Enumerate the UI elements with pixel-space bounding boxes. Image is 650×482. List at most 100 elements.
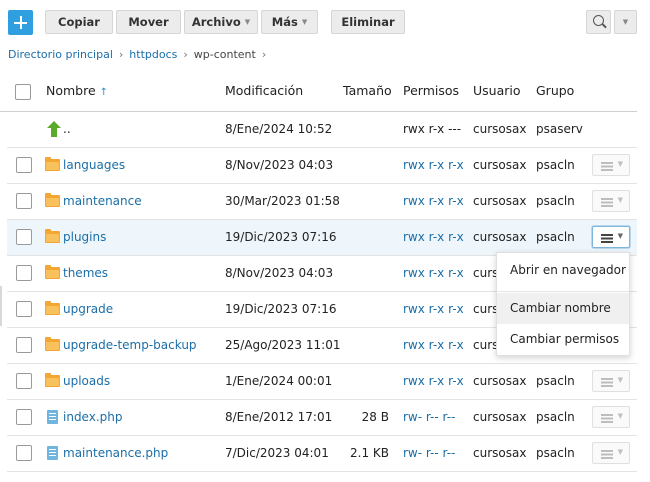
file-group: psacln [536,230,575,244]
table-row[interactable]: maintenance 30/Mar/2023 01:58 rwx r-x r-x c… [7,184,637,220]
file-name[interactable]: uploads [63,364,110,399]
column-header-user[interactable]: Usuario [473,83,521,98]
table-row[interactable]: languages 8/Nov/2023 04:03 rwx r-x r-x curs… [7,148,637,184]
column-header-name[interactable]: Nombre ↑ [46,83,108,98]
file-name[interactable]: plugins [63,220,106,255]
file-group: psacln [536,410,575,424]
file-user: cursosax [473,230,527,244]
menu-item-open-in-browser[interactable]: Abrir en navegador [497,255,629,286]
row-checkbox[interactable] [16,445,32,461]
folder-icon [45,337,60,351]
row-checkbox[interactable] [16,301,32,317]
permissions-link[interactable]: rwx r-x r-x [403,364,464,399]
chevron-down-icon: ▼ [622,18,629,26]
add-button[interactable] [8,10,33,35]
file-user: cursosax [473,122,527,136]
chevron-down-icon: ▼ [617,196,623,204]
file-size [337,112,389,147]
search-button[interactable] [586,10,611,34]
breadcrumb-httpdocs-link[interactable]: httpdocs [129,48,177,61]
file-size: 2.1 KB [350,446,389,460]
column-header-group[interactable]: Grupo [536,83,574,98]
table-row[interactable]: .. 8/Ene/2024 10:52 rwx r-x --- cursosax psa… [7,112,637,148]
table-row[interactable]: maintenance.php 7/Dic/2023 04:01 2.1 KB rw-… [7,436,637,472]
breadcrumb-home-link[interactable]: Directorio principal [8,48,113,61]
file-group: psacln [536,374,575,388]
row-checkbox[interactable] [16,337,32,353]
menu-icon [601,378,613,380]
file-size [337,292,389,327]
file-user: cursosax [473,158,527,172]
select-all-checkbox[interactable] [15,84,31,100]
folder-icon [45,373,60,387]
chevron-down-icon: ▼ [617,376,623,384]
file-name[interactable]: themes [63,256,108,291]
column-header-modified[interactable]: Modificación [225,83,303,98]
file-name[interactable]: languages [63,148,125,183]
breadcrumb: Directorio principal › httpdocs › wp-con… [8,46,266,62]
row-checkbox[interactable] [16,373,32,389]
file-icon [47,446,58,460]
file-group: psaserv [536,122,583,136]
row-checkbox[interactable] [16,193,32,209]
row-actions-button[interactable]: ▼ [592,154,630,176]
row-actions-button[interactable]: ▼ [592,406,630,428]
permissions-link[interactable]: rw- r-- r-- [403,400,455,435]
table-row[interactable]: plugins 19/Dic/2023 07:16 rwx r-x r-x curso… [7,220,637,256]
modified-date: 8/Ene/2024 10:52 [225,122,333,136]
table-header: Nombre ↑ Modificación Tamaño Permisos Us… [0,75,637,112]
file-name[interactable]: upgrade [63,292,113,327]
file-icon [47,410,58,424]
permissions-link[interactable]: rwx r-x r-x [403,220,464,255]
row-checkbox[interactable] [16,265,32,281]
delete-button[interactable]: Eliminar [331,10,405,34]
move-button[interactable]: Mover [116,10,181,34]
folder-icon [45,265,60,279]
file-name[interactable]: upgrade-temp-backup [63,328,197,363]
more-menu-button[interactable]: Más ▼ [261,10,318,34]
permissions-link[interactable]: rwx r-x r-x [403,184,464,219]
permissions-link[interactable]: rwx r-x r-x [403,256,464,291]
file-name: .. [63,122,71,136]
file-user: cursosax [473,446,527,460]
menu-icon [601,162,613,164]
file-size: 28 B [361,410,389,424]
folder-icon [45,229,60,243]
permissions-link[interactable]: rw- r-- r-- [403,436,455,471]
permissions-link[interactable]: rwx r-x r-x [403,292,464,327]
menu-item-rename[interactable]: Cambiar nombre [497,293,629,324]
file-name[interactable]: index.php [63,400,122,435]
column-header-permissions[interactable]: Permisos [403,83,459,98]
chevron-right-icon: › [183,47,188,61]
modified-date: 30/Mar/2023 01:58 [225,194,340,208]
toolbar: Copiar Mover Archivo ▼ Más ▼ Eliminar ▼ [0,0,650,44]
table-row[interactable]: uploads 1/Ene/2024 00:01 rwx r-x r-x cursos… [7,364,637,400]
permissions-link[interactable]: rwx r-x r-x [403,148,464,183]
file-user: cursosax [473,194,527,208]
scrollbar[interactable] [0,286,2,326]
chevron-down-icon: ▼ [617,232,623,240]
file-menu-button[interactable]: Archivo ▼ [184,10,258,34]
file-name[interactable]: maintenance.php [63,436,168,471]
row-actions-button[interactable]: ▼ [592,442,630,464]
copy-button[interactable]: Copiar [45,10,113,34]
column-header-size[interactable]: Tamaño [343,83,392,98]
toolbar-dropdown-button[interactable]: ▼ [614,10,637,34]
menu-item-change-permissions[interactable]: Cambiar permisos [497,324,629,355]
row-checkbox[interactable] [16,409,32,425]
menu-icon [601,234,613,236]
chevron-right-icon: › [118,47,124,61]
row-actions-button[interactable]: ▼ [592,190,630,212]
chevron-down-icon: ▼ [617,412,623,420]
sort-ascending-icon: ↑ [99,87,109,98]
row-actions-button[interactable]: ▼ [592,226,630,248]
folder-icon [45,193,60,207]
menu-divider [497,291,629,292]
permissions-link[interactable]: rwx r-x r-x [403,328,464,363]
row-checkbox[interactable] [16,229,32,245]
file-name[interactable]: maintenance [63,184,142,219]
row-actions-button[interactable]: ▼ [592,370,630,392]
table-row[interactable]: index.php 8/Ene/2012 17:01 28 B rw- r-- r--… [7,400,637,436]
menu-icon [601,414,613,416]
row-checkbox[interactable] [16,157,32,173]
